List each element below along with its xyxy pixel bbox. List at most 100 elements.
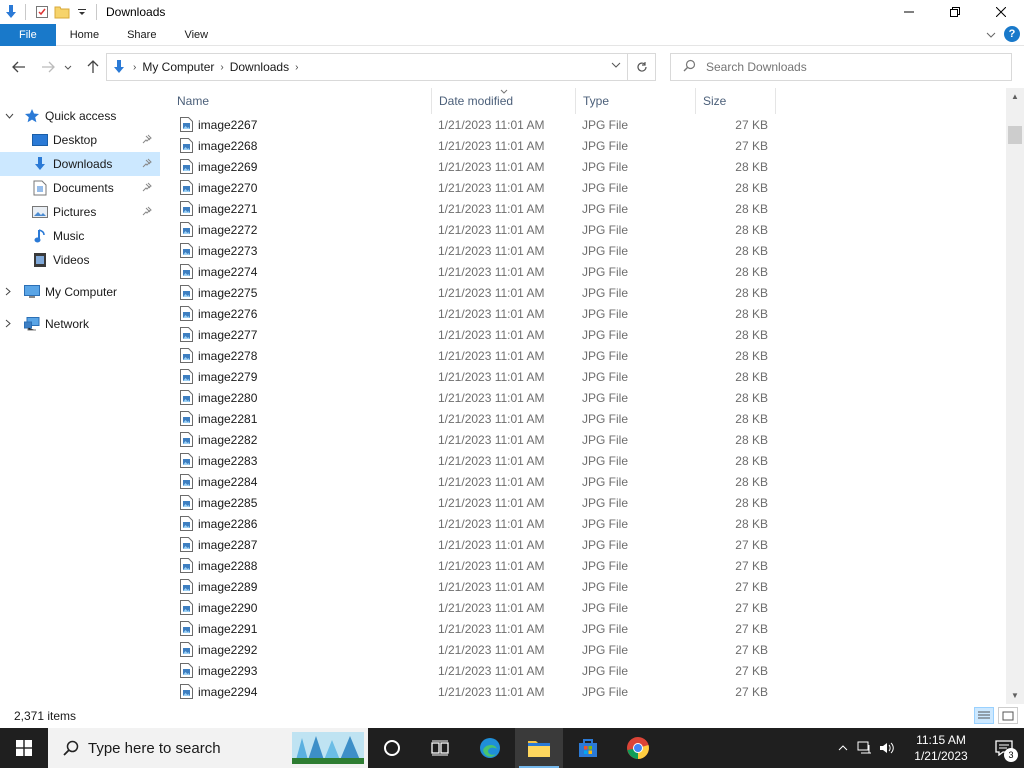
file-type: JPG File <box>582 664 629 678</box>
back-button[interactable] <box>7 55 31 79</box>
expand-chevron-icon[interactable] <box>5 319 11 330</box>
task-view-button[interactable] <box>416 728 464 768</box>
column-header-name[interactable]: Name <box>170 88 432 114</box>
new-folder-icon[interactable] <box>53 3 71 21</box>
cortana-button[interactable] <box>368 728 416 768</box>
close-button[interactable] <box>978 0 1024 24</box>
table-row[interactable]: image2271 1/21/2023 11:01 AM JPG File 28 KB <box>170 198 776 219</box>
table-row[interactable]: image2272 1/21/2023 11:01 AM JPG File 28 KB <box>170 219 776 240</box>
recent-locations-button[interactable] <box>60 55 76 79</box>
vertical-scrollbar[interactable]: ▲ ▼ <box>1006 88 1024 704</box>
properties-icon[interactable] <box>33 3 51 21</box>
expand-ribbon-icon[interactable] <box>986 27 996 41</box>
breadcrumb-downloads[interactable]: Downloads <box>230 60 289 74</box>
pin-icon[interactable] <box>142 182 152 195</box>
address-dropdown-icon[interactable] <box>611 60 621 71</box>
table-row[interactable]: image2273 1/21/2023 11:01 AM JPG File 28 KB <box>170 240 776 261</box>
store-button[interactable] <box>564 728 612 768</box>
start-button[interactable] <box>0 728 48 768</box>
breadcrumb-chevron-icon[interactable]: › <box>220 62 223 73</box>
table-row[interactable]: image2292 1/21/2023 11:01 AM JPG File 27 KB <box>170 639 776 660</box>
table-row[interactable]: image2286 1/21/2023 11:01 AM JPG File 28 KB <box>170 513 776 534</box>
table-row[interactable]: image2284 1/21/2023 11:01 AM JPG File 28 KB <box>170 471 776 492</box>
details-view-icon[interactable] <box>974 707 994 724</box>
pin-icon[interactable] <box>142 134 152 147</box>
expand-chevron-icon[interactable] <box>5 287 11 298</box>
sidebar-item-desktop[interactable]: Desktop <box>0 128 160 152</box>
table-row[interactable]: image2268 1/21/2023 11:01 AM JPG File 27 KB <box>170 135 776 156</box>
sidebar-item-videos[interactable]: Videos <box>0 248 160 272</box>
clock[interactable]: 11:15 AM 1/21/2023 <box>902 732 980 764</box>
volume-icon[interactable] <box>876 728 898 768</box>
column-header-size[interactable]: Size <box>696 88 776 114</box>
search-box[interactable] <box>670 53 1012 81</box>
tree-item-network[interactable]: Network <box>0 312 160 336</box>
table-row[interactable]: image2276 1/21/2023 11:01 AM JPG File 28 KB <box>170 303 776 324</box>
table-row[interactable]: image2279 1/21/2023 11:01 AM JPG File 28 KB <box>170 366 776 387</box>
table-row[interactable]: image2285 1/21/2023 11:01 AM JPG File 28 KB <box>170 492 776 513</box>
sidebar-item-downloads[interactable]: Downloads <box>0 152 160 176</box>
table-row[interactable]: image2282 1/21/2023 11:01 AM JPG File 28 KB <box>170 429 776 450</box>
show-hidden-icons-chevron-icon[interactable] <box>832 728 854 768</box>
maximize-button[interactable] <box>932 0 978 24</box>
action-center-button[interactable]: 3 <box>984 728 1024 768</box>
sidebar-item-pictures[interactable]: Pictures <box>0 200 160 224</box>
customize-qat-icon[interactable] <box>73 3 91 21</box>
pin-icon[interactable] <box>142 206 152 219</box>
refresh-button[interactable] <box>627 54 655 80</box>
network-status-icon[interactable] <box>854 728 876 768</box>
edge-button[interactable] <box>466 728 514 768</box>
table-row[interactable]: image2283 1/21/2023 11:01 AM JPG File 28 KB <box>170 450 776 471</box>
collapse-chevron-icon[interactable] <box>5 111 14 121</box>
tab-home[interactable]: Home <box>56 24 113 46</box>
breadcrumb-chevron-icon[interactable]: › <box>133 62 136 73</box>
large-icons-view-icon[interactable] <box>998 707 1018 724</box>
sidebar-item-documents[interactable]: Documents <box>0 176 160 200</box>
status-bar: 2,371 items <box>0 704 1024 728</box>
tab-file[interactable]: File <box>0 23 56 46</box>
table-row[interactable]: image2267 1/21/2023 11:01 AM JPG File 27 KB <box>170 114 776 135</box>
file-date-modified: 1/21/2023 11:01 AM <box>438 412 545 426</box>
table-row[interactable]: image2287 1/21/2023 11:01 AM JPG File 27 KB <box>170 534 776 555</box>
table-row[interactable]: image2294 1/21/2023 11:01 AM JPG File 27 KB <box>170 681 776 702</box>
forward-button[interactable] <box>36 55 60 79</box>
column-header-type[interactable]: Type <box>576 88 696 114</box>
tree-item-quick-access[interactable]: Quick access <box>0 104 160 128</box>
table-row[interactable]: image2278 1/21/2023 11:01 AM JPG File 28 KB <box>170 345 776 366</box>
separator <box>96 4 97 20</box>
chrome-button[interactable] <box>614 728 662 768</box>
table-row[interactable]: image2293 1/21/2023 11:01 AM JPG File 27 KB <box>170 660 776 681</box>
table-row[interactable]: image2277 1/21/2023 11:01 AM JPG File 28 KB <box>170 324 776 345</box>
taskbar-search-box[interactable]: Type here to search <box>48 728 368 768</box>
table-row[interactable]: image2290 1/21/2023 11:01 AM JPG File 27 KB <box>170 597 776 618</box>
tab-share[interactable]: Share <box>113 24 170 46</box>
table-row[interactable]: image2288 1/21/2023 11:01 AM JPG File 27 KB <box>170 555 776 576</box>
up-button[interactable] <box>81 55 105 79</box>
downloads-icon <box>32 156 48 172</box>
table-row[interactable]: image2270 1/21/2023 11:01 AM JPG File 28 KB <box>170 177 776 198</box>
search-input[interactable] <box>706 60 986 74</box>
table-row[interactable]: image2269 1/21/2023 11:01 AM JPG File 28 KB <box>170 156 776 177</box>
address-bar[interactable]: › My Computer › Downloads › <box>106 53 656 81</box>
pin-icon[interactable] <box>142 158 152 171</box>
table-row[interactable]: image2281 1/21/2023 11:01 AM JPG File 28 KB <box>170 408 776 429</box>
help-icon[interactable]: ? <box>1004 26 1020 42</box>
file-explorer-button[interactable] <box>515 728 563 768</box>
breadcrumb-my-computer[interactable]: My Computer <box>142 60 214 74</box>
table-row[interactable]: image2289 1/21/2023 11:01 AM JPG File 27 KB <box>170 576 776 597</box>
computer-icon <box>24 284 40 300</box>
downloads-icon <box>111 59 127 75</box>
scroll-thumb[interactable] <box>1008 126 1022 144</box>
scroll-down-icon[interactable]: ▼ <box>1006 687 1024 704</box>
tab-view[interactable]: View <box>170 24 222 46</box>
table-row[interactable]: image2291 1/21/2023 11:01 AM JPG File 27 KB <box>170 618 776 639</box>
table-row[interactable]: image2274 1/21/2023 11:01 AM JPG File 28 KB <box>170 261 776 282</box>
minimize-button[interactable] <box>886 0 932 24</box>
table-row[interactable]: image2275 1/21/2023 11:01 AM JPG File 28 KB <box>170 282 776 303</box>
sidebar-item-music[interactable]: Music <box>0 224 160 248</box>
file-size: 27 KB <box>735 664 768 678</box>
tree-item-my-computer[interactable]: My Computer <box>0 280 160 304</box>
scroll-up-icon[interactable]: ▲ <box>1006 88 1024 105</box>
breadcrumb-chevron-icon[interactable]: › <box>295 62 298 73</box>
table-row[interactable]: image2280 1/21/2023 11:01 AM JPG File 28 KB <box>170 387 776 408</box>
